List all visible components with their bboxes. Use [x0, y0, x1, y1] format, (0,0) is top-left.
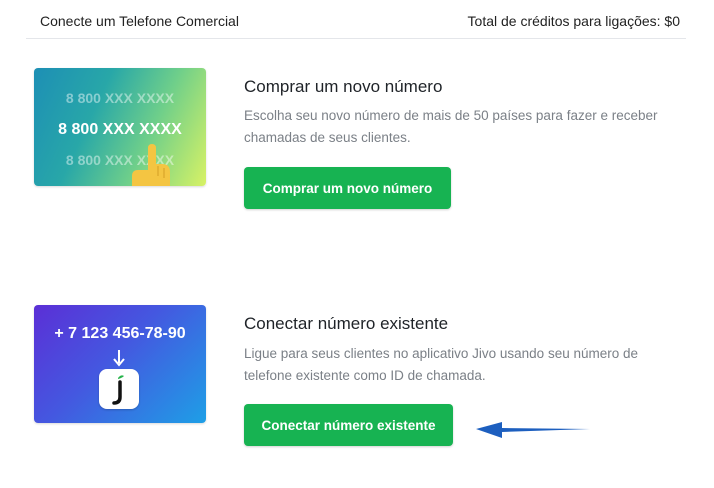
- sample-number-highlighted: 8 800 XXX XXXX: [58, 121, 182, 138]
- sample-number: 8 800 XXX XXXX: [65, 90, 175, 106]
- buy-number-title: Comprar um novo número: [244, 77, 443, 96]
- call-credits-total: Total de créditos para ligações: $0: [467, 13, 680, 29]
- existing-number-illustration: + 7 123 456-78-90: [34, 305, 206, 423]
- page-title: Conecte um Telefone Comercial: [40, 13, 239, 29]
- sample-phone-number: + 7 123 456-78-90: [54, 325, 186, 342]
- pointer-arrow-icon: [476, 422, 590, 438]
- new-number-illustration: 8 800 XXX XXXX 8 800 XXX XXXX 8 800 XXX …: [34, 68, 206, 186]
- page-header: Conecte um Telefone Comercial Total de c…: [26, 0, 686, 39]
- connect-number-description: Ligue para seus clientes no aplicativo J…: [244, 346, 638, 383]
- pointing-hand-icon: [132, 144, 170, 186]
- buy-number-button[interactable]: Comprar um novo número: [244, 167, 451, 209]
- buy-number-description: Escolha seu novo número de mais de 50 pa…: [244, 108, 658, 145]
- arrow-down-icon: [113, 350, 125, 367]
- sample-number: 8 800 XXX XXXX: [65, 152, 175, 168]
- jivo-logo-icon: [99, 369, 139, 409]
- connect-number-title: Conectar número existente: [244, 314, 449, 333]
- connect-number-button[interactable]: Conectar número existente: [244, 404, 453, 446]
